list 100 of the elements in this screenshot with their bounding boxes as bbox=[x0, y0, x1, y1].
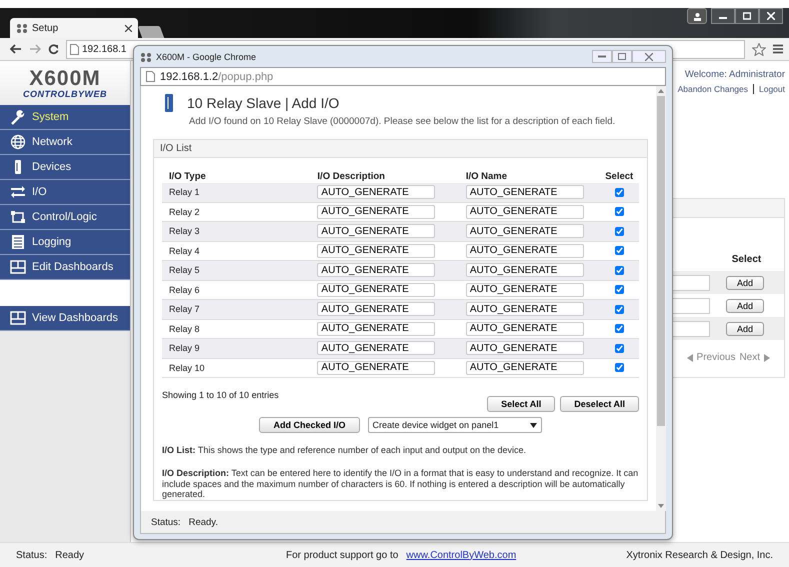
table-cell-text: Relay 2 bbox=[168, 206, 201, 217]
previous-arrow-icon[interactable] bbox=[686, 354, 693, 362]
menu-icon[interactable] bbox=[773, 44, 783, 54]
sidebar-item[interactable]: Network bbox=[0, 130, 130, 155]
support-link[interactable]: www.ControlByWeb.com bbox=[406, 550, 516, 560]
scroll-down-icon bbox=[658, 504, 664, 508]
column-header: I/O Name bbox=[466, 170, 508, 182]
device-icon bbox=[165, 94, 173, 112]
maximize-button[interactable] bbox=[735, 8, 759, 24]
name-field[interactable]: AUTO_GENERATE bbox=[466, 244, 584, 258]
select-checkbox[interactable] bbox=[614, 188, 624, 197]
caret-icon bbox=[530, 422, 536, 428]
add-button[interactable]: Add bbox=[726, 298, 764, 312]
close-icon bbox=[645, 52, 653, 60]
arrows-icon bbox=[10, 184, 26, 200]
page-description: Add I/O found on 10 Relay Slave (0000007d). Please see below the list for a description of each field. bbox=[189, 116, 616, 127]
description-field[interactable]: AUTO_GENERATE bbox=[317, 224, 436, 238]
close-button[interactable] bbox=[632, 50, 666, 63]
minimize-button[interactable] bbox=[592, 50, 612, 63]
add-button[interactable]: Add bbox=[726, 276, 764, 290]
sidebar-item[interactable]: Devices bbox=[0, 155, 130, 180]
logic-icon bbox=[10, 209, 26, 225]
name-field[interactable]: AUTO_GENERATE bbox=[466, 282, 584, 297]
name-field[interactable]: AUTO_GENERATE bbox=[466, 302, 584, 316]
name-field[interactable]: AUTO_GENERATE bbox=[466, 341, 584, 356]
description-field[interactable]: AUTO_GENERATE bbox=[317, 244, 436, 258]
header-link[interactable]: Abandon Changes bbox=[678, 84, 748, 94]
column-header: Select bbox=[604, 170, 634, 182]
description-field[interactable]: AUTO_GENERATE bbox=[317, 263, 436, 278]
select-checkbox[interactable] bbox=[614, 226, 624, 236]
user-button[interactable] bbox=[687, 8, 707, 24]
table-cell-text: Relay 1 bbox=[168, 187, 201, 198]
table-cell-text: Relay 3 bbox=[168, 226, 201, 236]
description-field[interactable]: AUTO_GENERATE bbox=[317, 282, 436, 297]
sidebar-item[interactable]: Logging bbox=[0, 230, 130, 255]
reload-icon[interactable] bbox=[48, 44, 59, 54]
table-cell-text: Relay 6 bbox=[168, 284, 201, 295]
description-field[interactable]: AUTO_GENERATE bbox=[317, 302, 436, 316]
help-paragraph: I/O Description: Text can be entered here to identify the I/O in a format that is easy to understand and recognize. It can include spaces and the maximum number of characters is 60. If nothing is entered a description will be automatically generated. bbox=[162, 468, 639, 500]
restore-button[interactable] bbox=[612, 50, 632, 63]
description-field[interactable]: AUTO_GENERATE bbox=[317, 322, 436, 336]
browser-tab[interactable]: Setup bbox=[10, 18, 138, 38]
description-field[interactable]: AUTO_GENERATE bbox=[317, 341, 436, 356]
address-bar[interactable]: 192.168.1.2/popup.php bbox=[140, 67, 666, 86]
widget-dropdown[interactable]: Create device widget on panel1 bbox=[368, 417, 542, 433]
select-checkbox[interactable] bbox=[614, 344, 624, 353]
brand-text: CONTROLBYWEB bbox=[23, 88, 107, 98]
table-cell-text: Relay 10 bbox=[168, 362, 206, 373]
description-field[interactable]: AUTO_GENERATE bbox=[317, 360, 436, 375]
close-button[interactable] bbox=[759, 8, 783, 24]
name-field[interactable]: AUTO_GENERATE bbox=[466, 322, 584, 336]
name-field[interactable]: AUTO_GENERATE bbox=[466, 204, 584, 219]
star-icon[interactable] bbox=[752, 42, 766, 56]
select-checkbox[interactable] bbox=[614, 363, 624, 372]
header-link[interactable]: Logout bbox=[759, 84, 785, 94]
select-checkbox[interactable] bbox=[614, 324, 624, 334]
back-icon[interactable] bbox=[10, 44, 22, 54]
select-checkbox[interactable] bbox=[614, 266, 624, 275]
new-tab-button[interactable] bbox=[138, 26, 164, 38]
app-icon bbox=[16, 23, 28, 33]
scroll-up-icon bbox=[658, 89, 664, 93]
description-field[interactable]: AUTO_GENERATE bbox=[317, 204, 436, 219]
sidebar-item[interactable]: Edit Dashboards bbox=[0, 255, 130, 280]
add-button[interactable]: Add bbox=[726, 322, 764, 336]
description-field[interactable]: AUTO_GENERATE bbox=[317, 185, 436, 200]
sidebar-item[interactable]: Control/Logic bbox=[0, 205, 130, 230]
next-arrow-icon[interactable] bbox=[764, 354, 770, 362]
panel-title: I/O List bbox=[160, 143, 192, 154]
column-header: I/O Description bbox=[317, 170, 386, 182]
sidebar-item[interactable]: I/O bbox=[0, 180, 130, 205]
name-field[interactable]: AUTO_GENERATE bbox=[466, 185, 584, 200]
sidebar-item[interactable]: View Dashboards bbox=[0, 306, 130, 331]
minimize-button[interactable] bbox=[711, 8, 735, 24]
minimize-icon bbox=[598, 55, 606, 58]
select-checkbox[interactable] bbox=[614, 246, 624, 256]
select-all-button[interactable]: Select All bbox=[487, 396, 556, 412]
previous-link[interactable]: Previous bbox=[696, 352, 736, 363]
name-field[interactable]: AUTO_GENERATE bbox=[466, 224, 584, 238]
close-icon bbox=[767, 12, 775, 20]
wrench-icon bbox=[10, 109, 26, 125]
page-icon bbox=[70, 44, 79, 54]
deselect-all-button[interactable]: Deselect All bbox=[560, 396, 639, 412]
select-checkbox[interactable] bbox=[614, 285, 624, 294]
scrollbar[interactable] bbox=[656, 86, 666, 511]
name-field[interactable]: AUTO_GENERATE bbox=[466, 360, 584, 375]
support-text: For product support go to bbox=[286, 550, 398, 560]
close-icon[interactable] bbox=[125, 24, 132, 32]
company-name: Xytronix Research & Design, Inc. bbox=[626, 550, 773, 560]
welcome-text: Welcome: Administrator bbox=[684, 69, 785, 80]
sidebar-item[interactable]: System bbox=[0, 105, 130, 130]
next-link[interactable]: Next bbox=[739, 352, 760, 363]
status-label: Status: bbox=[151, 516, 181, 528]
select-checkbox[interactable] bbox=[614, 207, 624, 216]
table-cell-text: Relay 5 bbox=[168, 265, 201, 276]
select-checkbox[interactable] bbox=[614, 304, 624, 314]
add-checked-button[interactable]: Add Checked I/O bbox=[259, 417, 360, 433]
name-field[interactable]: AUTO_GENERATE bbox=[466, 263, 584, 278]
help-paragraph: I/O List: This shows the type and reference number of each input and output on the device. bbox=[162, 445, 528, 456]
window-title: X600M - Google Chrome bbox=[156, 52, 258, 62]
page-icon bbox=[146, 71, 155, 82]
